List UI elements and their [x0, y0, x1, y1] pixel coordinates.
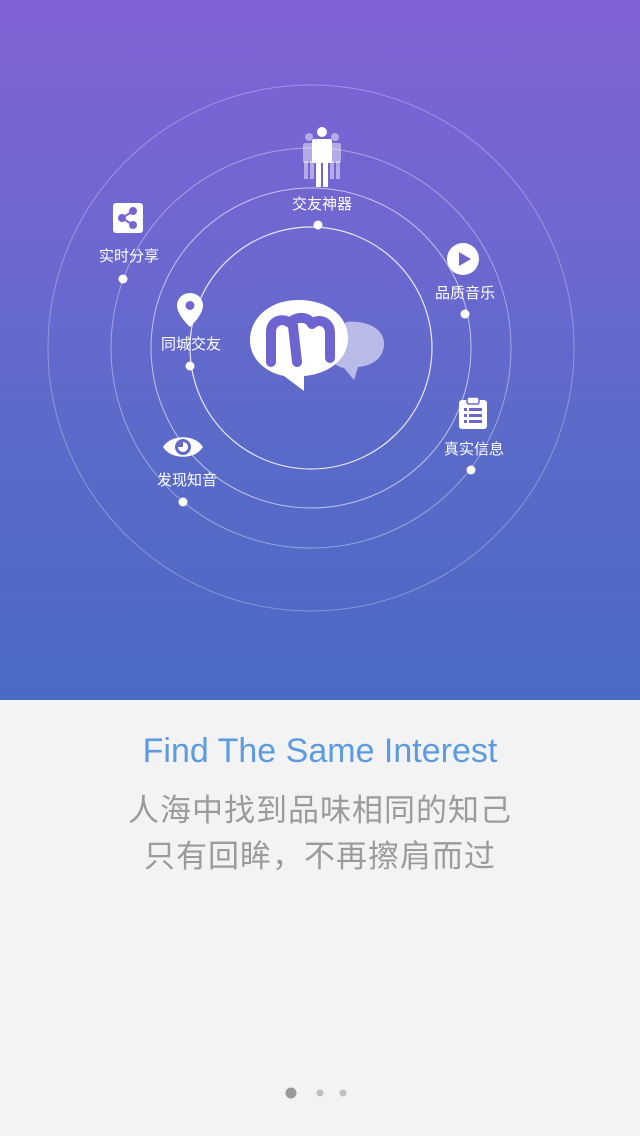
headline: Find The Same Interest: [142, 732, 498, 770]
page-indicator: [0, 1086, 640, 1100]
feature-label-share: 实时分享: [98, 247, 160, 265]
feature-label-music: 品质音乐: [434, 284, 496, 302]
feature-label-friend: 交友神器: [291, 195, 353, 213]
feature-label-discover: 发现知音: [156, 471, 218, 489]
clipboard-list-icon: [459, 397, 487, 429]
page-dot-1[interactable]: [285, 1087, 297, 1099]
feature-label-real: 真实信息: [443, 440, 505, 458]
page-dot-2[interactable]: [316, 1089, 324, 1097]
page-dot-3[interactable]: [339, 1089, 347, 1097]
orbit-dot: [118, 274, 128, 284]
chat-bubble-m-logo: [250, 300, 384, 391]
people-icon: [303, 127, 341, 187]
orbit-dot: [185, 361, 195, 371]
play-icon: [447, 243, 479, 275]
feature-label-local: 同城交友: [160, 335, 222, 353]
eye-icon: [163, 437, 203, 457]
location-pin-icon: [177, 293, 203, 327]
intro-section: Find The Same Interest 人海中找到品味相同的知己 只有回眸…: [0, 700, 640, 1136]
share-icon: [113, 203, 143, 233]
intro-line-1: 人海中找到品味相同的知己: [128, 793, 512, 829]
orbit-dot: [466, 465, 476, 475]
intro-line-2: 只有回眸，不再擦肩而过: [144, 839, 496, 875]
intro-text: 人海中找到品味相同的知己 只有回眸，不再擦肩而过: [0, 788, 640, 880]
orbit-dot: [313, 220, 323, 230]
orbit-dot: [460, 309, 470, 319]
hero-banner: 交友神器 实时分享 品质音乐 同城交友 真实信息 发现知音: [0, 0, 640, 700]
orbit-dot: [178, 497, 188, 507]
